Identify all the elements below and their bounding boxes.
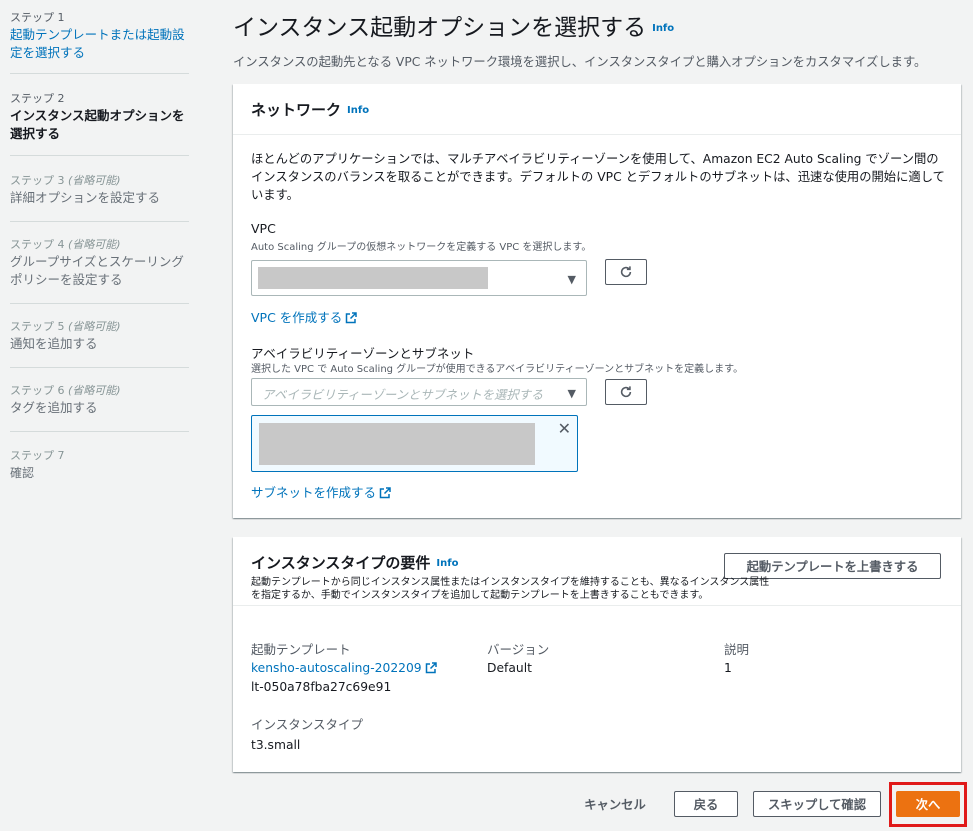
step-divider: [10, 221, 189, 222]
step-3-label: ステップ 3 (省略可能): [10, 174, 121, 187]
step-5-label: ステップ 5 (省略可能): [10, 320, 121, 333]
back-button[interactable]: 戻る: [674, 791, 738, 817]
caret-down-icon: ▼: [567, 273, 576, 286]
az-description: 選択した VPC で Auto Scaling グループが使用できるアベイラビリ…: [251, 364, 744, 375]
step-1-title[interactable]: 起動テンプレートまたは起動設定を選択する: [10, 26, 190, 62]
next-button[interactable]: 次へ: [896, 791, 960, 817]
instance-type-panel-header: インスタンスタイプの要件 Info 起動テンプレートを上書きする 起動テンプレート…: [233, 537, 961, 606]
page-title-text: インスタンス起動オプションを選択する: [233, 15, 647, 41]
description-label: 説明: [724, 642, 750, 657]
create-vpc-link-text[interactable]: VPC を作成する: [251, 310, 342, 325]
network-title: ネットワーク: [251, 101, 342, 119]
external-link-icon: [346, 312, 358, 324]
vpc-description: Auto Scaling グループの仮想ネットワークを定義する VPC を選択し…: [251, 242, 592, 253]
step-5-title: 通知を追加する: [10, 336, 98, 351]
instance-type-label: インスタンスタイプ: [251, 717, 364, 732]
version-value: Default: [487, 661, 532, 675]
description-value: 1: [724, 661, 732, 675]
az-subnet-placeholder: アベイラビリティーゾーンとサブネットを選択する: [262, 388, 544, 402]
step-4: ステップ 4 (省略可能) グループサイズとスケーリングポリシーを設定する: [10, 236, 190, 289]
refresh-icon: [620, 386, 632, 398]
network-description: ほとんどのアプリケーションでは、マルチアベイラビリティーゾーンを使用して、Ama…: [251, 152, 945, 202]
step-4-label: ステップ 4 (省略可能): [10, 238, 121, 251]
step-7-title: 確認: [10, 466, 35, 480]
step-divider: [10, 73, 189, 74]
create-vpc-link[interactable]: VPC を作成する: [251, 307, 358, 326]
step-6: ステップ 6 (省略可能) タグを追加する: [10, 382, 190, 417]
az-subnet-select[interactable]: アベイラビリティーゾーンとサブネットを選択する ▼: [251, 378, 587, 406]
page-description: インスタンスの起動先となる VPC ネットワーク環境を選択し、インスタンスタイプ…: [233, 55, 927, 69]
network-panel-header: ネットワーク Info: [233, 84, 961, 135]
instance-type-panel: インスタンスタイプの要件 Info 起動テンプレートを上書きする 起動テンプレート…: [233, 537, 961, 772]
step-5: ステップ 5 (省略可能) 通知を追加する: [10, 318, 190, 353]
instance-type-title: インスタンスタイプの要件: [251, 554, 431, 572]
vpc-label: VPC: [251, 221, 276, 236]
cancel-button[interactable]: キャンセル: [572, 791, 658, 817]
page-title: インスタンス起動オプションを選択する Info: [233, 8, 674, 42]
caret-down-icon: ▼: [567, 387, 576, 400]
launch-template-id: lt-050a78fba27c69e91: [251, 680, 392, 694]
step-6-title: タグを追加する: [10, 400, 98, 415]
step-7: ステップ 7 確認: [10, 447, 190, 482]
step-1[interactable]: ステップ 1 起動テンプレートまたは起動設定を選択する: [10, 9, 190, 62]
redacted-vpc-value: [258, 267, 488, 289]
step-divider: [10, 431, 189, 432]
step-divider: [10, 303, 189, 304]
version-label: バージョン: [487, 642, 550, 657]
vpc-select[interactable]: ▼: [251, 260, 587, 296]
external-link-icon: [379, 487, 391, 499]
close-icon[interactable]: ✕: [558, 419, 571, 438]
skip-to-review-button[interactable]: スキップして確認: [753, 791, 881, 817]
step-3: ステップ 3 (省略可能) 詳細オプションを設定する: [10, 172, 190, 207]
step-4-title: グループサイズとスケーリングポリシーを設定する: [10, 254, 184, 287]
selected-subnet-token: ✕: [251, 415, 578, 472]
page-info-link[interactable]: Info: [652, 23, 674, 34]
step-3-title: 詳細オプションを設定する: [10, 190, 161, 205]
redacted-subnet-value: [259, 423, 535, 465]
refresh-icon: [620, 266, 632, 278]
step-2-label: ステップ 2: [10, 92, 65, 105]
step-1-label: ステップ 1: [10, 11, 65, 24]
step-6-label: ステップ 6 (省略可能): [10, 384, 121, 397]
create-subnet-link-text[interactable]: サブネットを作成する: [251, 485, 376, 500]
az-refresh-button[interactable]: [605, 379, 647, 405]
step-divider: [10, 367, 189, 368]
vpc-refresh-button[interactable]: [605, 259, 647, 285]
network-info-link[interactable]: Info: [347, 105, 369, 116]
instance-type-description: 起動テンプレートから同じインスタンス属性またはインスタンスタイプを維持することも…: [251, 577, 770, 601]
step-2: ステップ 2 インスタンス起動オプションを選択する: [10, 90, 190, 143]
instance-type-value: t3.small: [251, 738, 301, 752]
launch-template-link-text[interactable]: kensho-autoscaling-202209: [251, 661, 422, 675]
create-subnet-link[interactable]: サブネットを作成する: [251, 482, 391, 501]
step-7-label: ステップ 7: [10, 449, 65, 462]
launch-template-link[interactable]: kensho-autoscaling-202209: [251, 661, 437, 675]
external-link-icon: [425, 662, 437, 674]
instance-type-info-link[interactable]: Info: [436, 558, 458, 569]
launch-template-label: 起動テンプレート: [251, 642, 351, 657]
step-2-title: インスタンス起動オプションを選択する: [10, 108, 185, 141]
step-divider: [10, 155, 189, 156]
network-panel: ネットワーク Info ほとんどのアプリケーションでは、マルチアベイラビリティーゾ…: [233, 84, 961, 518]
